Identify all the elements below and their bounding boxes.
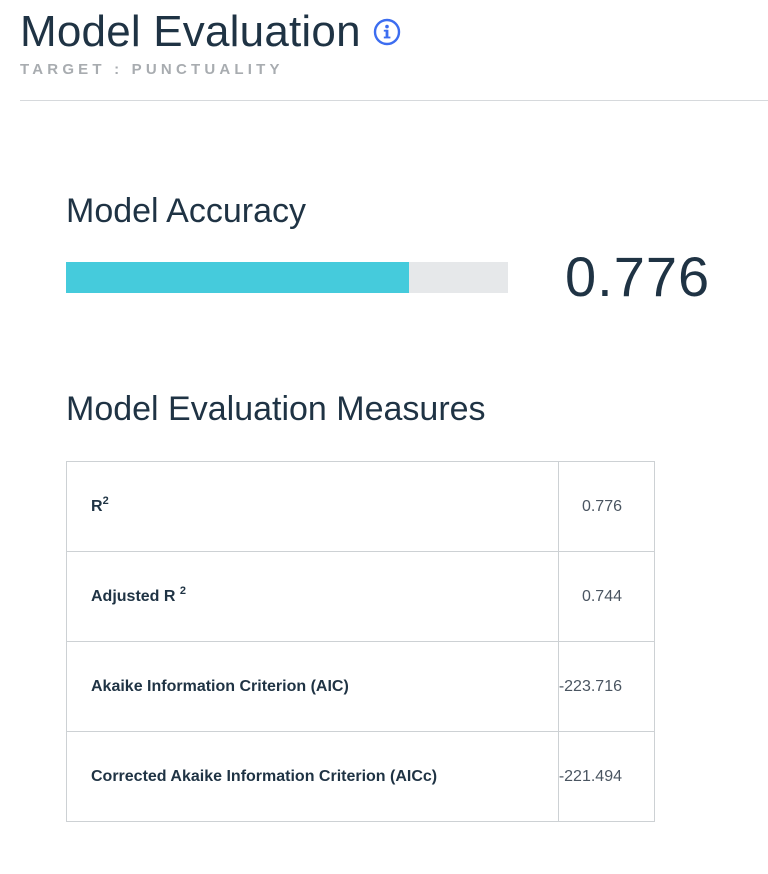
accuracy-bar-track xyxy=(66,262,508,293)
accuracy-value: 0.776 xyxy=(565,245,711,308)
measure-value: 0.744 xyxy=(557,551,656,642)
title-row: Model Evaluation xyxy=(20,6,401,58)
measure-value: 0.776 xyxy=(557,461,656,552)
page-header: Model Evaluation TARGET : PUNCTUALITY xyxy=(20,0,768,101)
table-row: Corrected Akaike Information Criterion (… xyxy=(66,731,656,822)
target-subtitle: TARGET : PUNCTUALITY xyxy=(20,61,284,78)
accuracy-bar-fill xyxy=(66,262,409,293)
measure-label: Adjusted R 2 xyxy=(66,551,559,642)
table-row: R2 0.776 xyxy=(66,461,656,552)
info-icon[interactable] xyxy=(373,18,401,46)
evaluation-measures-heading: Model Evaluation Measures xyxy=(66,390,486,428)
measure-label: Akaike Information Criterion (AIC) xyxy=(66,641,559,732)
measure-label: R2 xyxy=(66,461,559,552)
table-row: Akaike Information Criterion (AIC) -223.… xyxy=(66,641,656,732)
superscript: 2 xyxy=(102,494,109,507)
measure-value: -221.494 xyxy=(557,731,656,822)
model-accuracy-heading: Model Accuracy xyxy=(66,192,306,230)
table-row: Adjusted R 2 0.744 xyxy=(66,551,656,642)
measure-value: -223.716 xyxy=(557,641,656,732)
measures-table: R2 0.776 Adjusted R 2 0.744 Akaike Infor… xyxy=(66,461,656,822)
measure-label: Corrected Akaike Information Criterion (… xyxy=(66,731,559,822)
superscript: 2 xyxy=(179,584,187,597)
page-title: Model Evaluation xyxy=(20,7,361,56)
